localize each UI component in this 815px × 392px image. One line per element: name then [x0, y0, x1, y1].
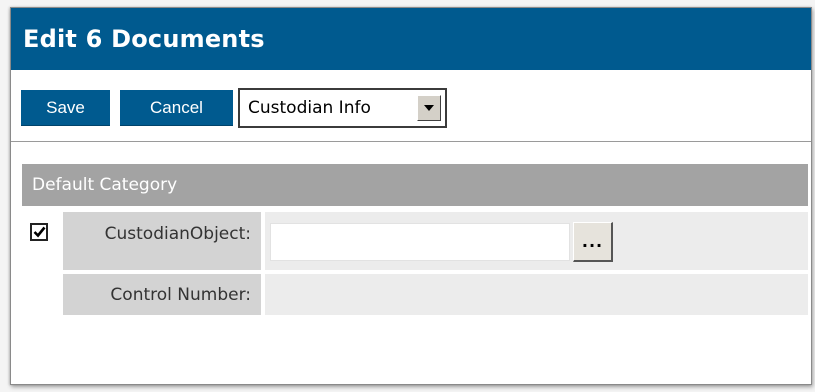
- category-title: Default Category: [32, 175, 178, 195]
- field-label-cell: Control Number:: [63, 274, 261, 315]
- ellipsis-icon: ...: [581, 232, 604, 251]
- dropdown-arrow-button[interactable]: [417, 95, 441, 121]
- field-label: CustodianObject:: [104, 224, 251, 244]
- field-label: Control Number:: [110, 284, 251, 305]
- cancel-button[interactable]: Cancel: [120, 90, 233, 126]
- dialog-title: Edit 6 Documents: [23, 25, 265, 53]
- layout-select[interactable]: Custodian Info: [238, 88, 447, 128]
- custodian-object-input[interactable]: [270, 223, 570, 261]
- toolbar: Save Cancel Custodian Info: [11, 70, 811, 142]
- field-label-cell: CustodianObject:: [63, 212, 261, 270]
- chevron-down-icon: [424, 105, 434, 111]
- browse-button[interactable]: ...: [573, 222, 613, 262]
- checkmark-icon: [33, 226, 46, 238]
- dialog-header: Edit 6 Documents: [11, 8, 811, 70]
- save-button[interactable]: Save: [21, 90, 110, 126]
- category-header: Default Category: [22, 164, 808, 206]
- edit-documents-dialog: Edit 6 Documents Save Cancel Custodian I…: [10, 7, 812, 385]
- layout-select-value: Custodian Info: [248, 98, 371, 118]
- field-enable-checkbox[interactable]: [30, 223, 48, 241]
- field-value-cell: ...: [265, 212, 808, 270]
- control-number-value: [265, 274, 808, 315]
- field-row-control-number: Control Number:: [22, 274, 808, 315]
- field-row-custodian-object: CustodianObject: ...: [22, 212, 808, 270]
